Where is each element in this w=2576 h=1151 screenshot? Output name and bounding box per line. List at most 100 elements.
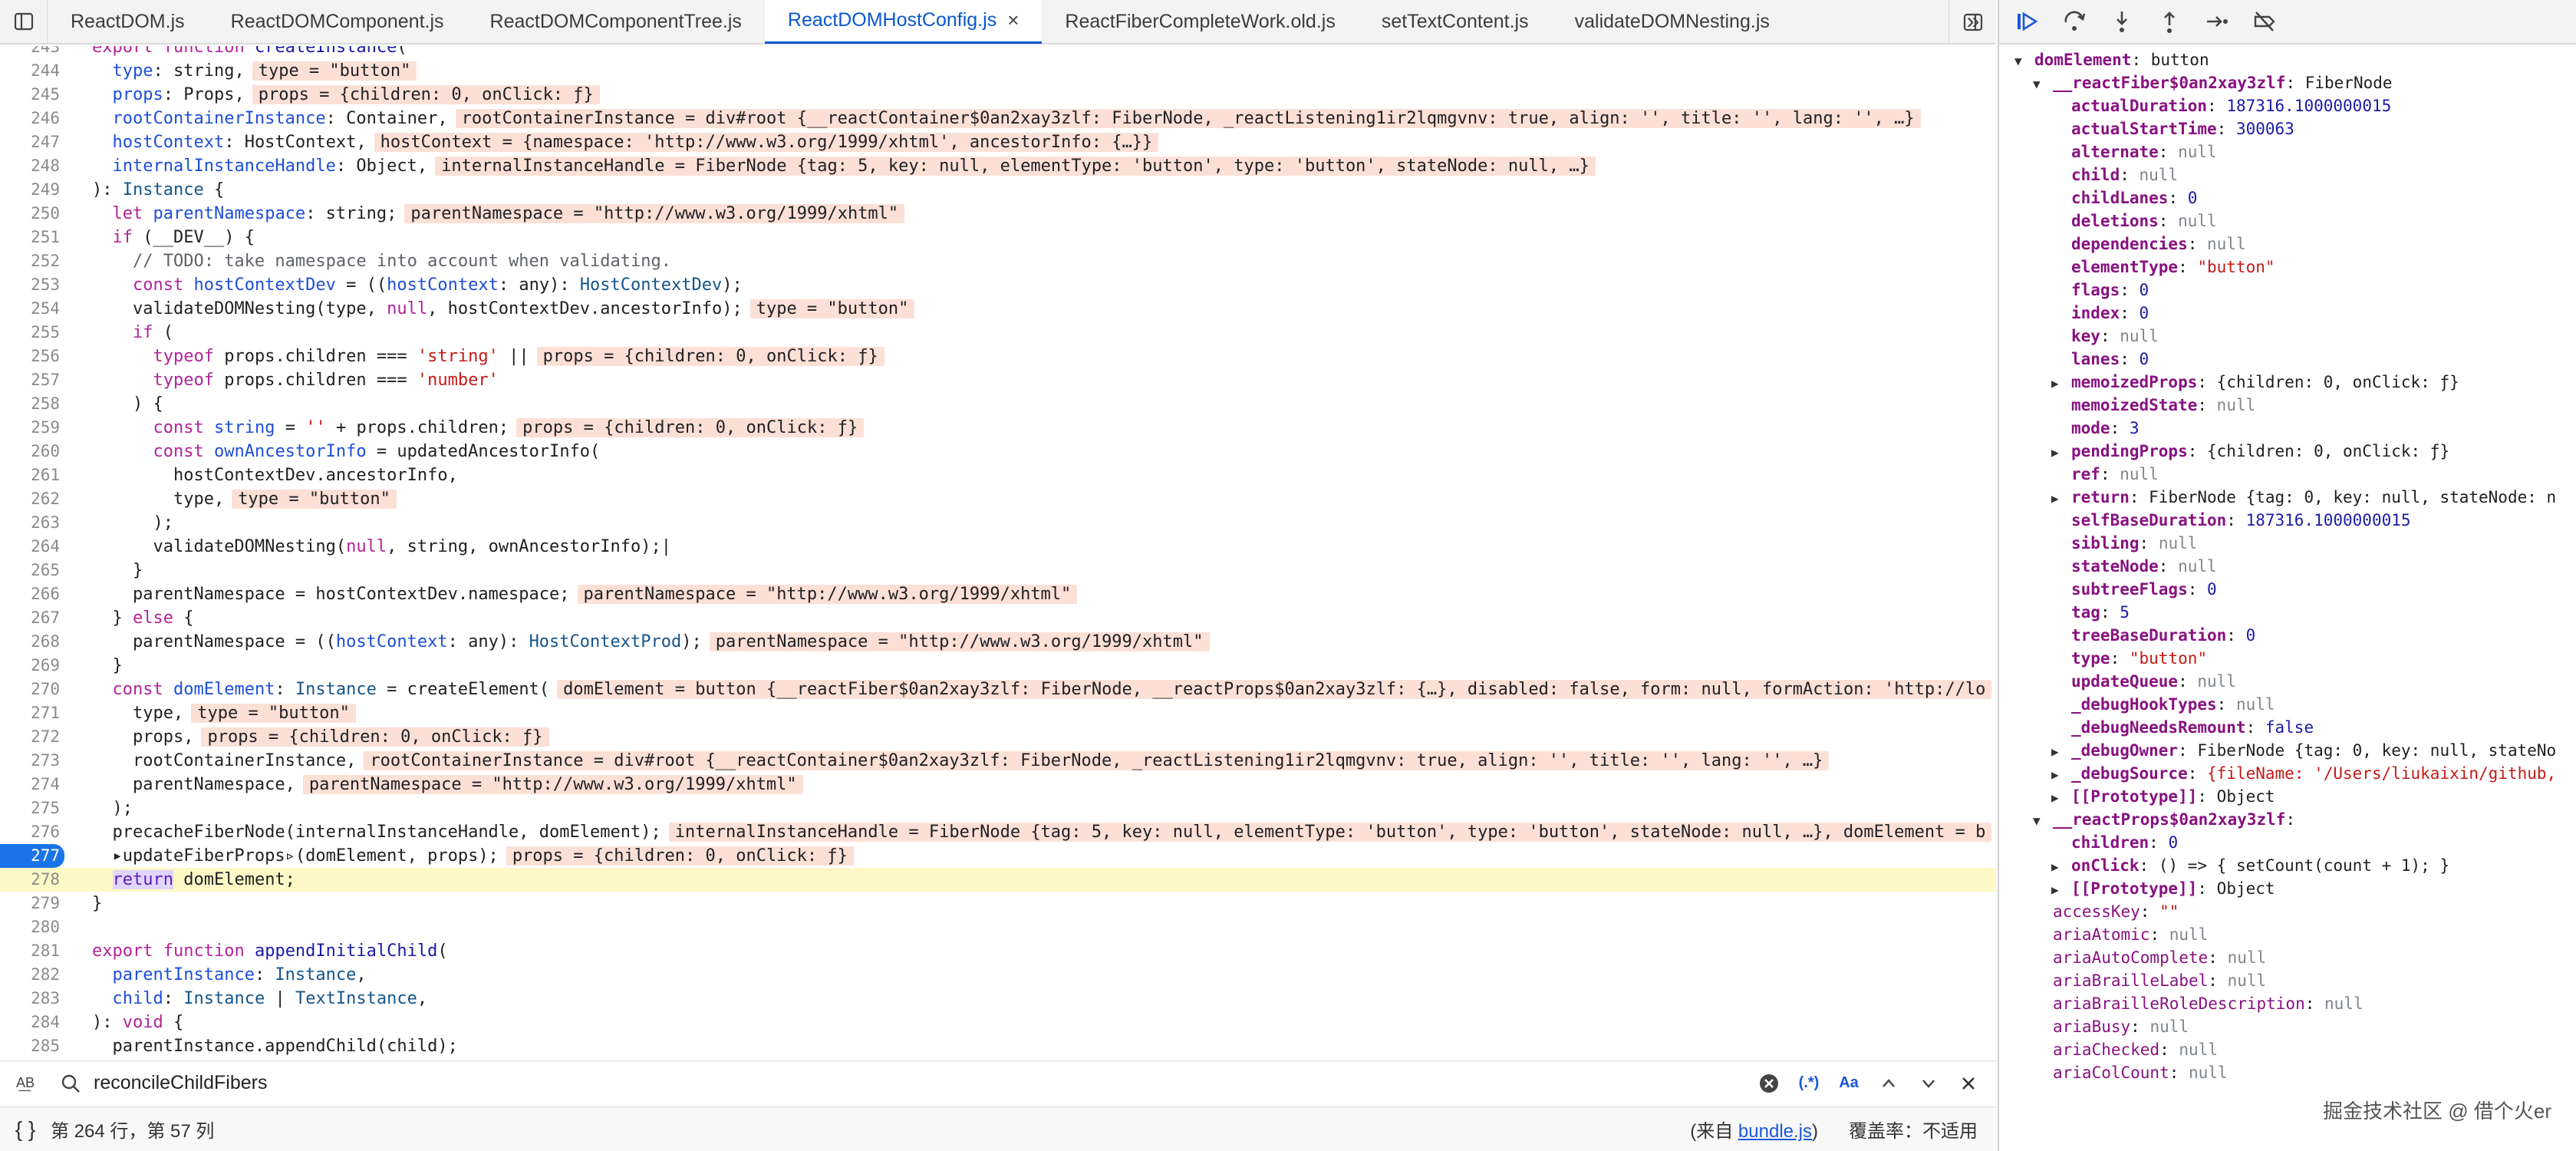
step-into-button[interactable] — [2103, 3, 2140, 40]
close-tab-icon[interactable]: × — [1007, 8, 1019, 32]
line-number[interactable]: 272 — [0, 725, 60, 749]
code-line[interactable]: 243 export function createInstance( — [0, 46, 1996, 59]
code-line[interactable]: 284): void { — [0, 1011, 1996, 1034]
scope-row[interactable]: child: null — [2051, 163, 2178, 187]
search-options-toggle[interactable]: A͟B — [0, 1075, 51, 1091]
scope-row[interactable]: subtreeFlags: 0 — [2051, 577, 2217, 602]
expanded-arrow-icon[interactable]: ▼ — [2014, 49, 2034, 74]
code-line[interactable]: 246 rootContainerInstance: Container, roo… — [0, 107, 1996, 130]
scope-row[interactable]: mode: 3 — [2051, 416, 2140, 440]
scope-row[interactable]: dependencies: null — [2051, 232, 2246, 256]
line-number[interactable]: 283 — [0, 987, 60, 1011]
line-number[interactable]: 278 — [0, 868, 60, 892]
line-number[interactable]: 253 — [0, 273, 60, 297]
line-number[interactable]: 259 — [0, 416, 60, 440]
scope-row[interactable]: ariaBrailleRoleDescription: null — [2033, 991, 2364, 1016]
code-line[interactable]: 285 parentInstance.appendChild(child); — [0, 1034, 1996, 1058]
scope-row[interactable]: actualStartTime: 300063 — [2051, 117, 2294, 141]
clear-search-button[interactable] — [1749, 1061, 1789, 1106]
code-line[interactable]: 249): Instance { — [0, 178, 1996, 202]
step-over-button[interactable] — [2056, 3, 2093, 40]
scope-row[interactable]: ▶ _debugSource: {fileName: '/Users/liukai… — [2051, 761, 2556, 786]
line-number[interactable]: 257 — [0, 368, 60, 392]
scope-row[interactable]: tag: 5 — [2051, 600, 2130, 625]
code-line[interactable]: 283 child: Instance | TextInstance, — [0, 987, 1996, 1011]
line-number[interactable]: 281 — [0, 939, 60, 963]
scope-row[interactable]: updateQueue: null — [2051, 669, 2236, 694]
deactivate-breakpoints-button[interactable] — [2246, 3, 2283, 40]
line-number[interactable]: 276 — [0, 820, 60, 844]
line-number[interactable]: 269 — [0, 654, 60, 678]
scope-row[interactable]: key: null — [2051, 324, 2159, 348]
scope-row[interactable]: treeBaseDuration: 0 — [2051, 623, 2255, 648]
scope-row[interactable]: ▶ return: FiberNode {tag: 0, key: null, s… — [2051, 485, 2556, 510]
code-line[interactable]: 265 } — [0, 559, 1996, 582]
expanded-arrow-icon[interactable]: ▼ — [2033, 809, 2053, 833]
toggle-debugger-button[interactable] — [1948, 0, 1996, 45]
scope-row[interactable]: index: 0 — [2051, 301, 2149, 325]
scope-row[interactable]: lanes: 0 — [2051, 347, 2149, 371]
code-line[interactable]: 270 const domElement: Instance = createE… — [0, 678, 1996, 701]
line-number[interactable]: 248 — [0, 154, 60, 178]
code-line[interactable]: 247 hostContext: HostContext, hostContext… — [0, 130, 1996, 154]
scope-row[interactable]: ariaAutoComplete: null — [2033, 945, 2266, 970]
scope-row[interactable]: ariaAtomic: null — [2033, 922, 2208, 947]
line-number[interactable]: 246 — [0, 107, 60, 130]
scope-row[interactable]: ariaBrailleLabel: null — [2033, 968, 2266, 993]
previous-match-button[interactable] — [1869, 1061, 1909, 1106]
scope-row[interactable]: deletions: null — [2051, 209, 2217, 233]
code-line[interactable]: 276 precacheFiberNode(internalInstanceHa… — [0, 820, 1996, 844]
line-number[interactable]: 280 — [0, 915, 60, 939]
tab-reactdom-js[interactable]: ReactDOM.js — [48, 0, 208, 44]
code-line[interactable]: 245 props: Props, props = {children: 0, o… — [0, 83, 1996, 107]
scope-row[interactable]: alternate: null — [2051, 140, 2217, 164]
code-line[interactable]: 251 if (__DEV__) { — [0, 226, 1996, 249]
tab-reactdomcomponent-js[interactable]: ReactDOMComponent.js — [208, 0, 467, 44]
line-number[interactable]: 255 — [0, 321, 60, 345]
line-number[interactable]: 244 — [0, 59, 60, 83]
scope-row[interactable]: ref: null — [2051, 462, 2159, 486]
scope-row[interactable]: memoizedState: null — [2051, 393, 2255, 417]
code-line[interactable]: 268 parentNamespace = ((hostContext: any… — [0, 630, 1996, 654]
code-line[interactable]: 263 ); — [0, 511, 1996, 535]
line-number[interactable]: 279 — [0, 892, 60, 915]
code-line[interactable]: 264 validateDOMNesting(null, string, own… — [0, 535, 1996, 559]
code-line[interactable]: 274 parentNamespace, parentNamespace = "h… — [0, 773, 1996, 796]
code-line[interactable]: 266 parentNamespace = hostContextDev.nam… — [0, 582, 1996, 606]
scope-row[interactable]: _debugHookTypes: null — [2051, 692, 2275, 717]
step-button[interactable] — [2199, 3, 2235, 40]
scope-row[interactable]: ▼ __reactProps$0an2xay3zlf: — [2033, 807, 2295, 832]
line-number[interactable]: 277 — [0, 844, 64, 868]
line-number[interactable]: 250 — [0, 202, 60, 226]
code-line[interactable]: 273 rootContainerInstance, rootContainerI… — [0, 749, 1996, 773]
code-line[interactable]: 259 const string = '' + props.children; p… — [0, 416, 1996, 440]
toggle-navigator-button[interactable] — [0, 0, 48, 44]
code-line[interactable]: 250 let parentNamespace: string; parentNa… — [0, 202, 1996, 226]
tab-settextcontent-js[interactable]: setTextContent.js — [1359, 0, 1552, 44]
code-line[interactable]: 260 const ownAncestorInfo = updatedAnces… — [0, 440, 1996, 463]
scope-row[interactable]: sibling: null — [2051, 531, 2197, 556]
line-number[interactable]: 249 — [0, 178, 60, 202]
code-line[interactable]: 281 export function appendInitialChild( — [0, 939, 1996, 963]
line-number[interactable]: 282 — [0, 963, 60, 987]
scope-row[interactable]: ▶ memoizedProps: {children: 0, onClick: ƒ… — [2051, 370, 2459, 394]
line-number[interactable]: 273 — [0, 749, 60, 773]
line-number[interactable]: 258 — [0, 392, 60, 416]
scope-row[interactable]: ▶ [[Prototype]]: Object — [2051, 876, 2275, 901]
scope-row[interactable]: ▼ __reactFiber$0an2xay3zlf: FiberNode — [2033, 71, 2393, 95]
match-case-button[interactable]: Aa — [1829, 1061, 1869, 1106]
line-number[interactable]: 267 — [0, 606, 60, 630]
expanded-arrow-icon[interactable]: ▼ — [2033, 72, 2053, 97]
line-number[interactable]: 245 — [0, 83, 60, 107]
source-link[interactable]: bundle.js — [1738, 1121, 1812, 1142]
line-number[interactable]: 256 — [0, 345, 60, 368]
line-number[interactable]: 285 — [0, 1034, 60, 1058]
regex-toggle-button[interactable]: (.*) — [1789, 1061, 1829, 1106]
line-number[interactable]: 271 — [0, 701, 60, 725]
scope-row[interactable]: ariaColCount: null — [2033, 1060, 2228, 1085]
code-line[interactable]: 257 typeof props.children === 'number' — [0, 368, 1996, 392]
scope-row[interactable]: ▶ pendingProps: {children: 0, onClick: ƒ} — [2051, 439, 2449, 463]
code-line[interactable]: 254 validateDOMNesting(type, null, hostC… — [0, 297, 1996, 321]
scope-row[interactable]: elementType: "button" — [2051, 255, 2275, 279]
code-line[interactable]: 278 return domElement; — [0, 868, 1996, 892]
